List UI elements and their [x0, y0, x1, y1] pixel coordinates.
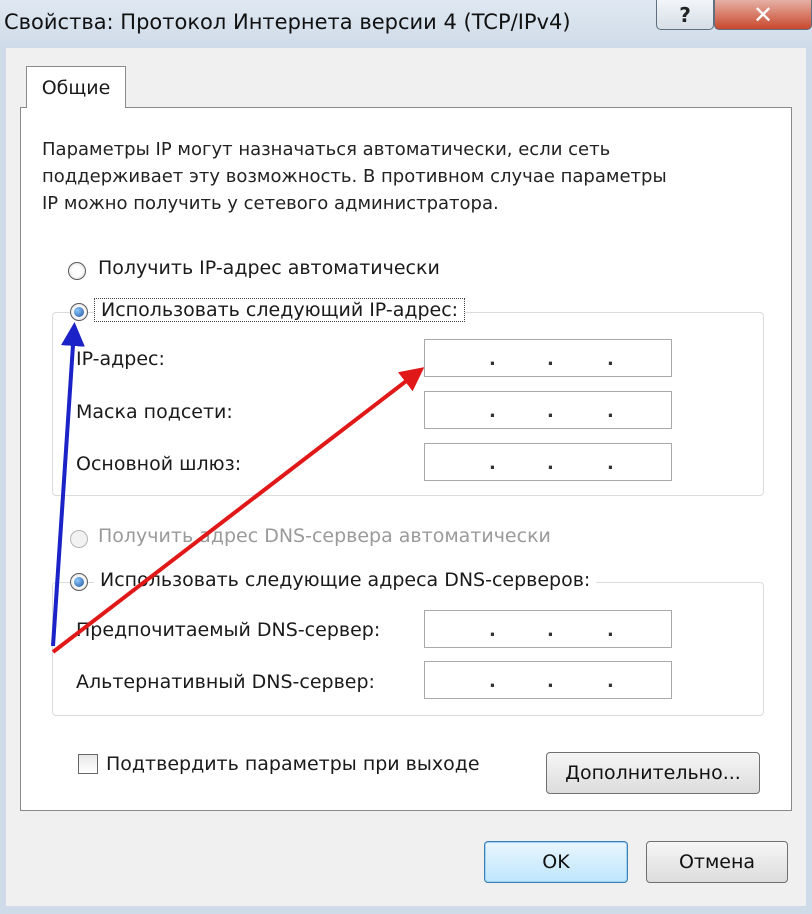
advanced-button[interactable]: Дополнительно...	[546, 752, 760, 794]
subnet-mask-label: Маска подсети:	[76, 401, 233, 423]
ip-auto-label[interactable]: Получить IP-адрес автоматически	[98, 257, 440, 279]
dns-manual-radio[interactable]	[70, 573, 88, 591]
alternate-dns-input[interactable]: ...	[424, 661, 672, 699]
title-bar: Свойства: Протокол Интернета версии 4 (T…	[0, 0, 812, 48]
validate-checkbox-label[interactable]: Подтвердить параметры при выходе	[106, 753, 480, 775]
window-title: Свойства: Протокол Интернета версии 4 (T…	[4, 10, 571, 34]
description-text: Параметры IP могут назначаться автоматич…	[42, 136, 762, 217]
close-icon: ✕	[752, 0, 774, 29]
ip-auto-radio[interactable]	[68, 262, 86, 280]
dns-auto-radio	[70, 530, 88, 548]
ip-manual-radio[interactable]	[70, 303, 88, 321]
alternate-dns-label: Альтернативный DNS-сервер:	[76, 671, 375, 693]
ip-address-input[interactable]: ...	[424, 339, 672, 377]
validate-checkbox[interactable]	[78, 754, 98, 774]
dns-auto-label: Получить адрес DNS-сервера автоматически	[98, 525, 551, 547]
preferred-dns-input[interactable]: ...	[424, 610, 672, 648]
tab-general[interactable]: Общие	[26, 66, 126, 108]
description-line: поддерживает эту возможность. В противно…	[42, 166, 667, 187]
preferred-dns-label: Предпочитаемый DNS-сервер:	[76, 619, 381, 641]
ok-button[interactable]: OK	[484, 841, 628, 883]
gateway-input[interactable]: ...	[424, 443, 672, 481]
help-icon: ?	[679, 2, 691, 27]
ip-manual-label[interactable]: Использовать следующий IP-адрес:	[94, 298, 466, 322]
help-button[interactable]: ?	[656, 0, 714, 30]
ip-address-label: IP-адрес:	[76, 348, 165, 370]
description-line: IP можно получить у сетевого администрат…	[42, 193, 499, 214]
dns-manual-label[interactable]: Использовать следующие адреса DNS-сервер…	[94, 569, 597, 591]
subnet-mask-input[interactable]: ...	[424, 391, 672, 429]
cancel-button[interactable]: Отмена	[646, 841, 788, 883]
close-button[interactable]: ✕	[714, 0, 812, 30]
description-line: Параметры IP могут назначаться автоматич…	[42, 139, 611, 160]
gateway-label: Основной шлюз:	[76, 453, 242, 475]
